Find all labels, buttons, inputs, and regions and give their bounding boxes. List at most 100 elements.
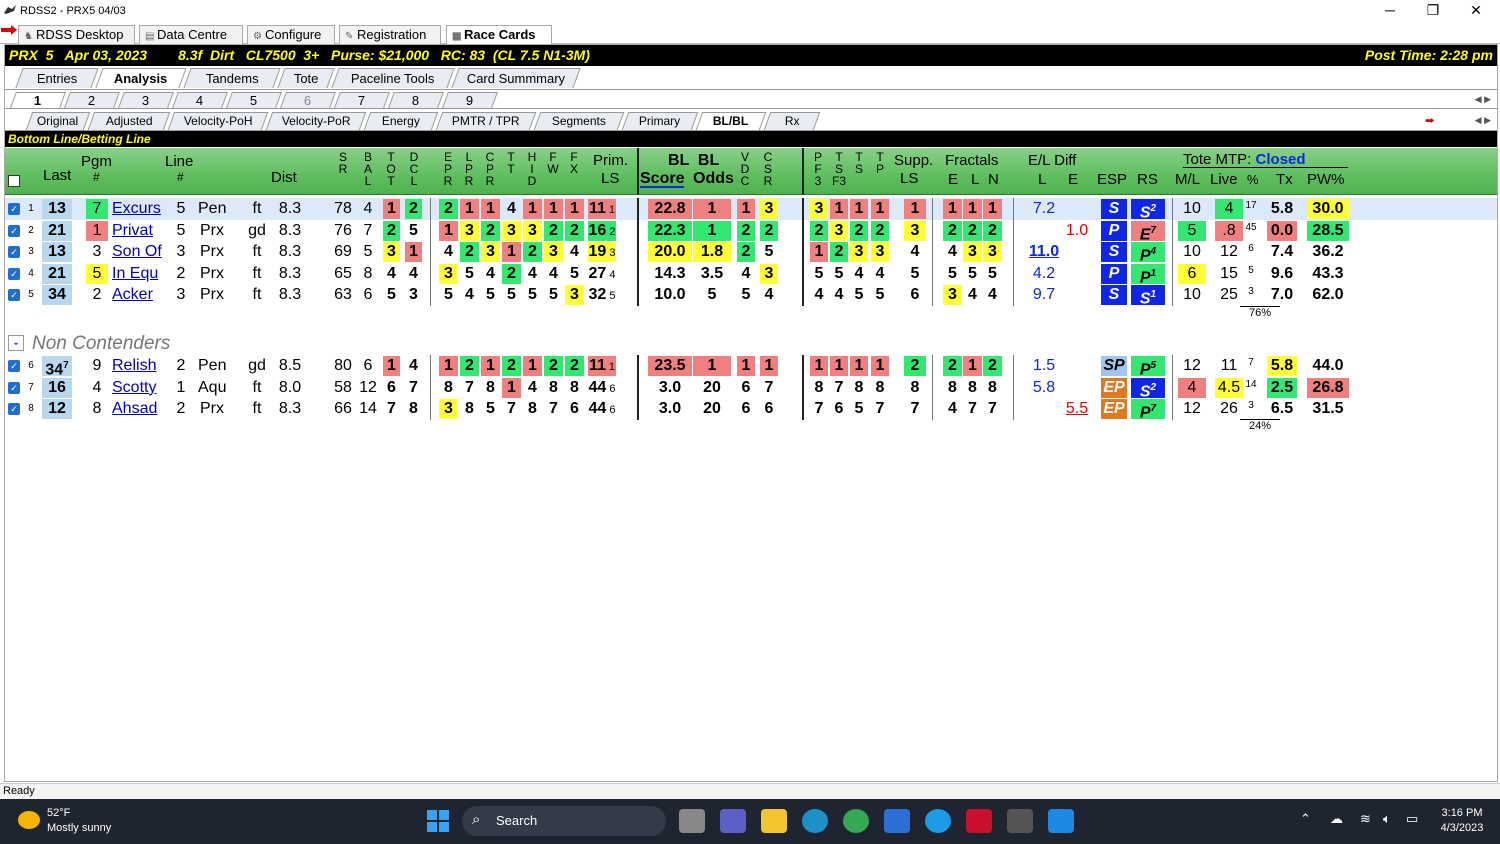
- store-icon[interactable]: [884, 809, 910, 833]
- battery-icon[interactable]: ▭: [1406, 811, 1418, 827]
- tab-card-summmary[interactable]: Card Summmary: [451, 68, 581, 88]
- cell-dl-text: 11.0: [1028, 243, 1060, 260]
- horse-name-link[interactable]: Scotty: [112, 378, 172, 398]
- tab-entries[interactable]: Entries: [15, 68, 99, 88]
- tab-tandems[interactable]: Tandems: [183, 68, 281, 88]
- tab-registration[interactable]: ✎ Registration: [339, 25, 441, 44]
- maximize-button[interactable]: ❐: [1412, 0, 1454, 22]
- tab-race-7[interactable]: 7: [334, 92, 390, 108]
- row-checkbox[interactable]: ✓: [8, 381, 20, 394]
- tab-adjusted[interactable]: Adjusted: [87, 112, 171, 130]
- cell-tt: 1: [502, 377, 521, 398]
- collapse-non-contenders-button[interactable]: -: [8, 335, 24, 351]
- row-checkbox[interactable]: ✓: [8, 224, 20, 237]
- horse-name-link[interactable]: Ahsad: [112, 399, 172, 419]
- row-checkbox[interactable]: ✓: [8, 267, 20, 280]
- rdss-app-icon[interactable]: [1007, 809, 1033, 833]
- cell-vdc: 6: [737, 399, 755, 419]
- tab-primary[interactable]: Primary: [621, 112, 699, 130]
- tab-race-6[interactable]: 6: [280, 92, 336, 108]
- tab-rdss-desktop[interactable]: ♞ RDSS Desktop: [18, 25, 135, 44]
- tab-analysis[interactable]: Analysis: [95, 68, 187, 88]
- tab-race-9[interactable]: 9: [442, 92, 498, 108]
- tab-race-2[interactable]: 2: [64, 92, 120, 108]
- minimize-button[interactable]: ─: [1369, 0, 1411, 22]
- race-tab-scroll-arrows[interactable]: ◀ ▶: [1475, 94, 1491, 105]
- export-icon[interactable]: ➡: [1425, 114, 1441, 128]
- cell-pgm-text: 7: [92, 200, 102, 217]
- tab-race-4[interactable]: 4: [172, 92, 228, 108]
- start-icon[interactable]: [427, 810, 449, 832]
- tab-segments[interactable]: Segments: [533, 112, 625, 130]
- task-view-icon[interactable]: [679, 809, 705, 833]
- tab-data-centre[interactable]: ▤ Data Centre: [139, 25, 243, 44]
- tab-velocity-por[interactable]: Velocity-PoR: [265, 112, 367, 130]
- cell-tot: 4: [383, 264, 400, 284]
- help-icon[interactable]: [925, 809, 951, 833]
- tab-tote[interactable]: Tote: [277, 68, 335, 88]
- cell-fe: 4: [943, 399, 962, 419]
- cell-score-text: 20.0: [654, 243, 686, 260]
- cell-tot-text: 3: [387, 243, 396, 260]
- weather-temp: 52°F: [47, 807, 71, 819]
- tab-race-1[interactable]: 1: [10, 92, 66, 108]
- horse-name-link[interactable]: Relish: [112, 356, 172, 376]
- cell-pgm: 7: [86, 199, 108, 219]
- hp-icon[interactable]: [1048, 809, 1074, 833]
- tab-rx[interactable]: Rx: [763, 112, 821, 130]
- cell-hid: 4: [523, 264, 542, 284]
- row-checkbox[interactable]: ✓: [8, 203, 20, 215]
- horse-name-link[interactable]: Excurs: [112, 199, 172, 219]
- chat-icon[interactable]: [720, 809, 746, 833]
- volume-icon[interactable]: 🔈︎: [1383, 811, 1391, 827]
- cell-fx: 2: [565, 356, 584, 376]
- row-checkbox[interactable]: ✓: [8, 246, 20, 258]
- cell-pf3-text: 2: [814, 221, 824, 239]
- cell-fw: 1: [544, 199, 563, 219]
- horse-name-link[interactable]: In Equ: [112, 264, 172, 284]
- tab-original[interactable]: Original: [25, 112, 91, 130]
- horse-name-link[interactable]: Privat: [112, 221, 172, 241]
- tab-race-cards[interactable]: ▦ Race Cards: [446, 25, 552, 45]
- wifi-icon[interactable]: ≋: [1360, 811, 1371, 827]
- tab-velocity-poh[interactable]: Velocity-PoH: [167, 112, 269, 130]
- tab-bl-bl[interactable]: BL/BL: [695, 112, 767, 130]
- cell-ml: 10: [1178, 285, 1206, 305]
- cell-last-text: 12: [48, 400, 66, 417]
- chrome-icon[interactable]: [843, 809, 869, 833]
- search-box[interactable]: ⌕ Search: [462, 806, 666, 836]
- horse-name-link[interactable]: Acker: [112, 285, 172, 305]
- mcafee-icon[interactable]: [966, 809, 992, 833]
- edge-icon[interactable]: [802, 809, 828, 833]
- tab-energy[interactable]: Energy: [363, 112, 439, 130]
- horse-name-link[interactable]: Son Of: [112, 242, 172, 262]
- file-explorer-icon[interactable]: [761, 809, 787, 833]
- tab-race-5[interactable]: 5: [226, 92, 282, 108]
- cell-tt: 1: [502, 242, 521, 262]
- tab-race-8[interactable]: 8: [388, 92, 444, 108]
- close-button[interactable]: ✕: [1455, 0, 1497, 22]
- row-checkbox[interactable]: ✓: [8, 403, 20, 415]
- cell-live-text: 15: [1220, 264, 1238, 282]
- cell-fw: 5: [544, 285, 563, 305]
- cell-ts-text: 8: [854, 378, 864, 396]
- tab-paceline-tools[interactable]: Paceline Tools: [331, 68, 455, 88]
- row-checkbox[interactable]: ✓: [8, 360, 20, 372]
- cloud-icon[interactable]: ☁: [1330, 811, 1343, 827]
- cell-de: [1062, 356, 1092, 376]
- sub-tab-scroll-arrows[interactable]: ◀ ▶: [1475, 115, 1491, 126]
- cell-epr-text: 1: [444, 357, 453, 374]
- tab-configure[interactable]: ⚙ Configure: [247, 25, 335, 44]
- tab-race-3[interactable]: 3: [118, 92, 174, 108]
- col-tx: Tx: [1276, 171, 1293, 188]
- tab-pmtr-tpr[interactable]: PMTR / TPR: [435, 112, 537, 130]
- cell-fn-text: 3: [988, 243, 997, 260]
- row-checkbox[interactable]: ✓: [8, 289, 20, 301]
- cell-vdc: 6: [737, 378, 755, 398]
- column-separator: [1172, 376, 1173, 399]
- select-all-checkbox[interactable]: [8, 175, 20, 187]
- cell-sr: 63: [331, 285, 355, 305]
- cell-esp: P: [1101, 220, 1127, 241]
- chevron-up-icon[interactable]: ⌃: [1300, 811, 1311, 827]
- cell-vdc: 2: [737, 242, 755, 262]
